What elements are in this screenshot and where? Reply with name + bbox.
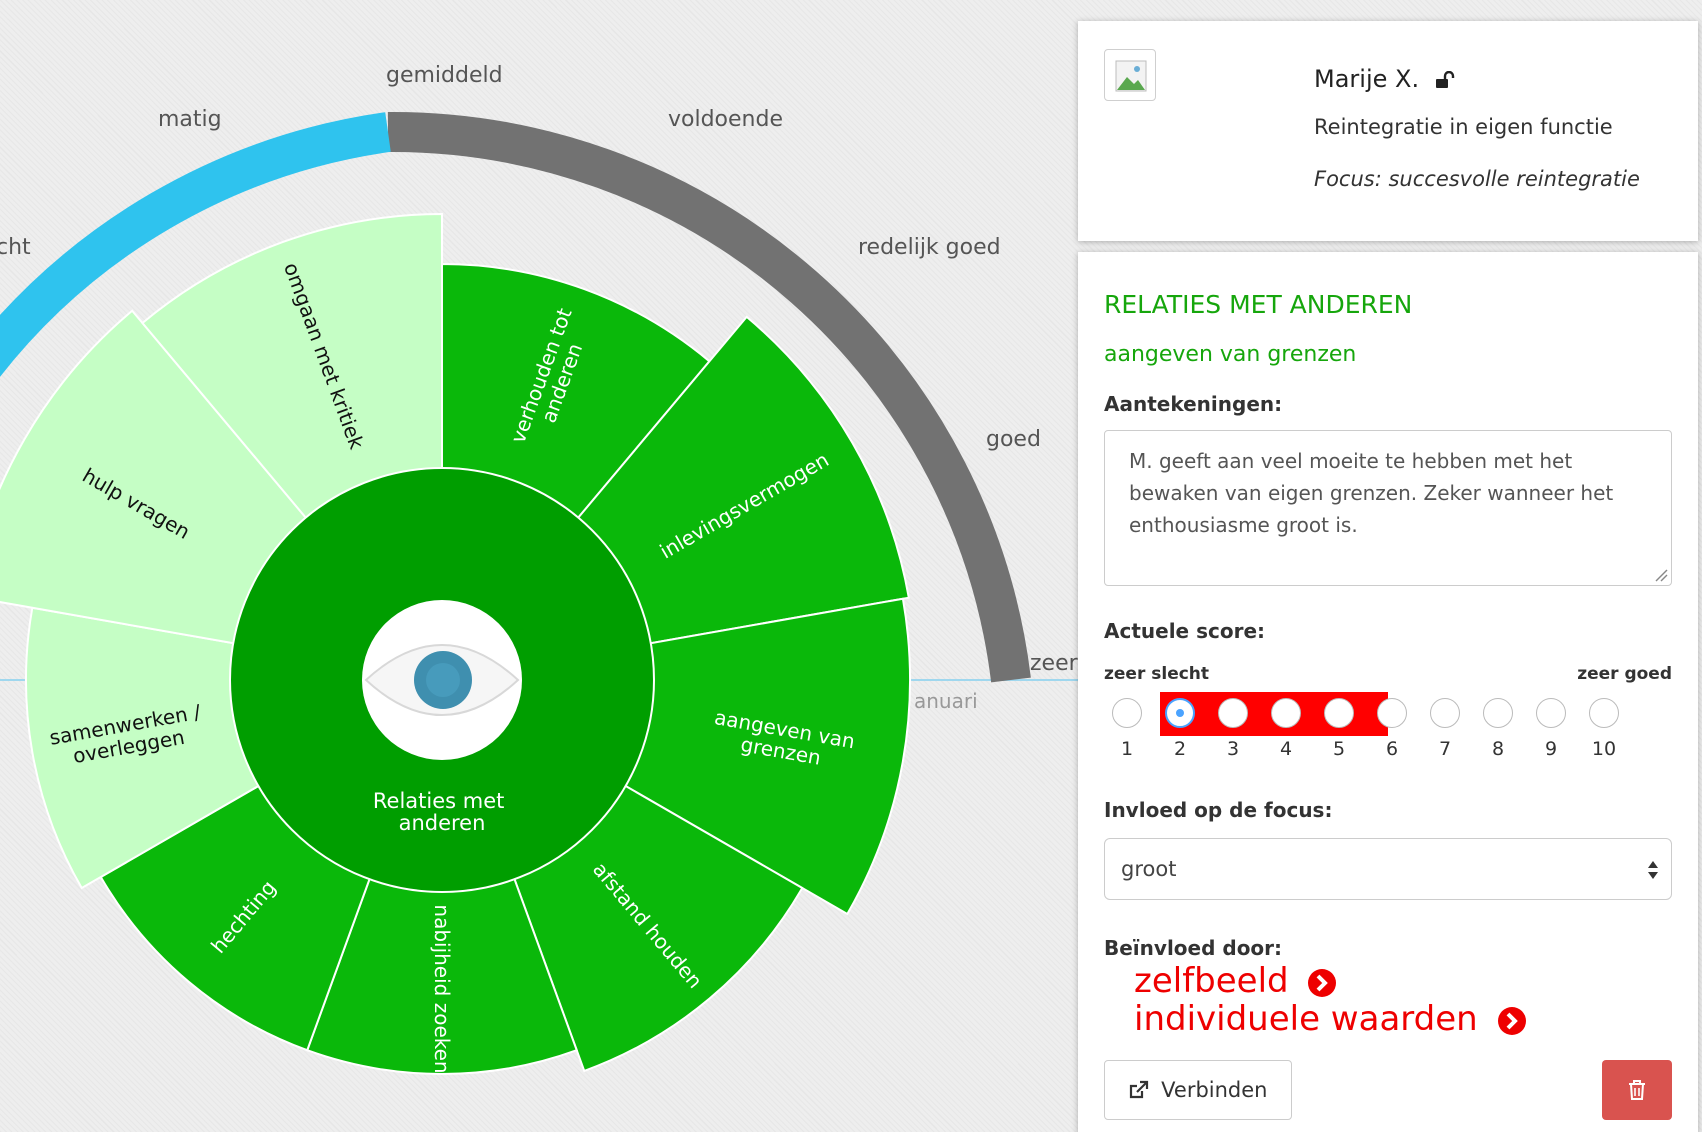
connect-button-label: Verbinden bbox=[1161, 1078, 1268, 1102]
chevron-right-circle-icon bbox=[1497, 1006, 1526, 1035]
score-option[interactable]: 2 bbox=[1165, 698, 1195, 760]
score-radio[interactable] bbox=[1324, 698, 1354, 728]
notes-label: Aantekeningen: bbox=[1104, 392, 1283, 416]
influence-label: Invloed op de focus: bbox=[1104, 798, 1333, 822]
influence-link-label: individuele waarden bbox=[1134, 999, 1478, 1039]
gauge-label-zeer: zeer bbox=[1030, 651, 1078, 676]
score-number: 7 bbox=[1438, 738, 1452, 760]
score-number: 2 bbox=[1173, 738, 1187, 760]
scale-high-label: zeer goed bbox=[1577, 664, 1672, 684]
life-wheel: anuari cht matig gemiddeld voldoende red… bbox=[0, 63, 1078, 1075]
score-number: 4 bbox=[1279, 738, 1293, 760]
influence-link-zelfbeeld[interactable]: zelfbeeld bbox=[1134, 962, 1337, 1000]
score-option[interactable]: 7 bbox=[1430, 698, 1460, 760]
influence-link-individuele-waarden[interactable]: individuele waarden bbox=[1134, 1000, 1527, 1038]
unlock-icon[interactable] bbox=[1435, 71, 1455, 89]
external-link-icon bbox=[1130, 1080, 1149, 1099]
score-number: 6 bbox=[1385, 738, 1399, 760]
profile-name-text: Marije X. bbox=[1314, 65, 1420, 93]
notes-text: M. geeft aan veel moeite te hebben met h… bbox=[1129, 449, 1614, 537]
score-radio[interactable] bbox=[1112, 698, 1142, 728]
section-title: RELATIES MET ANDEREN bbox=[1104, 290, 1413, 319]
score-number: 10 bbox=[1591, 738, 1617, 760]
gauge-label-redelijk-goed: redelijk goed bbox=[858, 235, 1001, 260]
score-radio[interactable] bbox=[1589, 698, 1619, 728]
gauge-label-matig: matig bbox=[158, 107, 222, 132]
score-label: Actuele score: bbox=[1104, 619, 1266, 643]
influence-link-label: zelfbeeld bbox=[1134, 961, 1289, 1001]
wheel-segment-label: nabijheid zoeken bbox=[430, 904, 454, 1073]
score-radio[interactable] bbox=[1218, 698, 1248, 728]
trash-icon bbox=[1629, 1080, 1645, 1100]
influence-select[interactable]: groot bbox=[1104, 838, 1672, 900]
notes-textarea[interactable]: M. geeft aan veel moeite te hebben met h… bbox=[1104, 430, 1672, 586]
score-option[interactable]: 4 bbox=[1271, 698, 1301, 760]
score-number: 5 bbox=[1332, 738, 1346, 760]
gauge-label-goed: goed bbox=[986, 427, 1041, 452]
profile-role: Reintegratie in eigen functie bbox=[1314, 115, 1613, 139]
score-radio[interactable] bbox=[1271, 698, 1301, 728]
wheel-segment-label-line-1: nabijheid zoeken bbox=[430, 904, 454, 1073]
detail-panel: RELATIES MET ANDEREN aangeven van grenze… bbox=[1078, 252, 1698, 1132]
avatar bbox=[1104, 49, 1156, 101]
influence-select-value: groot bbox=[1121, 857, 1177, 881]
profile-card: Marije X. Reintegratie in eigen functie … bbox=[1078, 21, 1698, 241]
center-label-line-1: Relaties met bbox=[373, 789, 505, 813]
delete-button[interactable] bbox=[1602, 1060, 1672, 1120]
profile-name: Marije X. bbox=[1314, 65, 1455, 93]
score-option[interactable]: 1 bbox=[1112, 698, 1142, 760]
score-number: 1 bbox=[1120, 738, 1134, 760]
score-option[interactable]: 5 bbox=[1324, 698, 1354, 760]
scale-low-label: zeer slecht bbox=[1104, 664, 1210, 684]
score-option[interactable]: 8 bbox=[1483, 698, 1513, 760]
chevron-right-circle-icon bbox=[1308, 968, 1337, 997]
score-radio[interactable] bbox=[1483, 698, 1513, 728]
section-subtitle: aangeven van grenzen bbox=[1104, 342, 1357, 367]
score-radio[interactable] bbox=[1430, 698, 1460, 728]
score-radio[interactable] bbox=[1536, 698, 1566, 728]
score-option[interactable]: 3 bbox=[1218, 698, 1248, 760]
score-option[interactable]: 9 bbox=[1536, 698, 1566, 760]
score-number: 3 bbox=[1226, 738, 1240, 760]
connect-button[interactable]: Verbinden bbox=[1104, 1060, 1292, 1120]
gauge-label-cht: cht bbox=[0, 235, 31, 260]
broken-image-icon bbox=[1115, 60, 1147, 92]
profile-focus: Focus: succesvolle reintegratie bbox=[1314, 167, 1640, 191]
score-number: 8 bbox=[1491, 738, 1505, 760]
score-option[interactable]: 10 bbox=[1589, 698, 1619, 760]
score-radio[interactable] bbox=[1165, 698, 1195, 728]
gauge-label-gemiddeld: gemiddeld bbox=[386, 63, 503, 88]
score-number: 9 bbox=[1544, 738, 1558, 760]
score-radio[interactable] bbox=[1377, 698, 1407, 728]
influenced-by-label: Beïnvloed door: bbox=[1104, 936, 1283, 960]
score-option[interactable]: 6 bbox=[1377, 698, 1407, 760]
resize-handle-icon[interactable] bbox=[1654, 568, 1668, 582]
select-arrows-icon bbox=[1648, 861, 1658, 879]
gauge-label-voldoende: voldoende bbox=[668, 107, 783, 132]
timeline-label: anuari bbox=[914, 689, 978, 713]
center-label-line-2: anderen bbox=[399, 811, 486, 835]
